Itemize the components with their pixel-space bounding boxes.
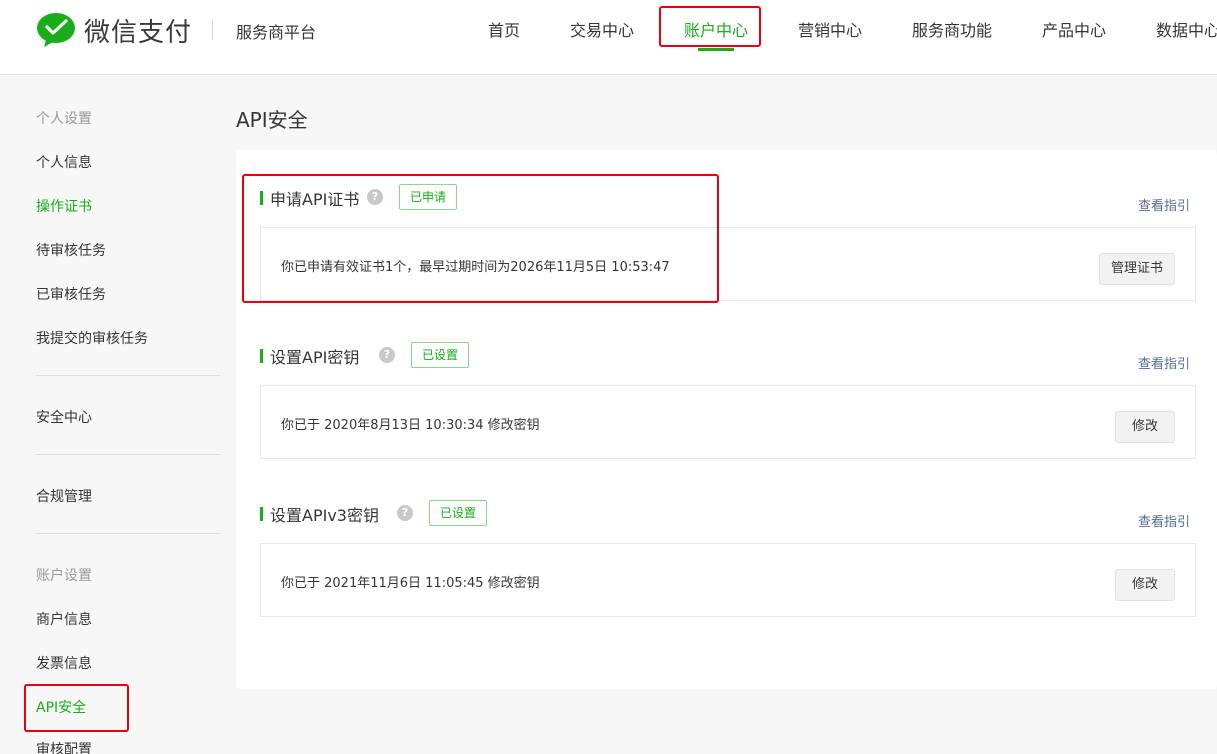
sidebar-item-review-config[interactable]: 审核配置 [36, 739, 92, 754]
section-title-text: 申请API证书 [270, 190, 360, 209]
sidebar-group-account-settings: 账户设置 [36, 568, 92, 584]
status-badge: 已设置 [411, 342, 470, 368]
sidebar-item-security-center[interactable]: 安全中心 [36, 407, 92, 427]
question-circle-icon[interactable]: ? [379, 347, 395, 363]
certificate-info-text: 你已申请有效证书1个，最早过期时间为2026年11月5日 10:53:47 [281, 260, 670, 275]
question-circle-icon[interactable]: ? [397, 505, 413, 521]
sidebar-divider [36, 375, 220, 376]
nav-home[interactable]: 首页 [488, 17, 520, 41]
section-title-api-key: 设置API密钥 [260, 344, 359, 368]
sidebar-group-personal-settings: 个人设置 [36, 111, 92, 127]
sidebar-item-api-security[interactable]: API安全 [36, 697, 86, 717]
page-title: API安全 [236, 108, 308, 132]
section-accent-bar [260, 191, 263, 205]
section-accent-bar [260, 349, 263, 363]
modify-apiv3-key-button[interactable]: 修改 [1114, 569, 1175, 601]
sidebar-item-reviewed[interactable]: 已审核任务 [36, 284, 106, 304]
question-circle-icon[interactable]: ? [367, 189, 383, 205]
sidebar-item-personal-info[interactable]: 个人信息 [36, 152, 92, 172]
nav-data-center[interactable]: 数据中心 [1156, 17, 1217, 41]
certificate-info-box: 你已申请有效证书1个，最早过期时间为2026年11月5日 10:53:47 管理… [260, 227, 1196, 301]
view-guide-link[interactable]: 查看指引 [1138, 511, 1190, 530]
section-accent-bar [260, 507, 263, 521]
sidebar-item-my-submitted-review[interactable]: 我提交的审核任务 [36, 328, 148, 348]
nav-product-center[interactable]: 产品中心 [1042, 17, 1106, 41]
sidebar-item-invoice-info[interactable]: 发票信息 [36, 653, 92, 673]
main-nav: 首页 交易中心 账户中心 营销中心 服务商功能 产品中心 数据中心 [0, 0, 1217, 75]
api-key-info-text: 你已于 2020年8月13日 10:30:34 修改密钥 [281, 418, 540, 433]
section-title-api-certificate: 申请API证书 [260, 186, 359, 210]
section-title-text: 设置API密钥 [270, 348, 360, 367]
status-badge: 已设置 [429, 500, 488, 526]
sidebar: 个人设置 个人信息 操作证书 待审核任务 已审核任务 我提交的审核任务 安全中心… [0, 76, 220, 754]
nav-active-indicator [698, 48, 734, 51]
api-key-info-box: 你已于 2020年8月13日 10:30:34 修改密钥 修改 [260, 385, 1196, 459]
manage-certificate-button[interactable]: 管理证书 [1098, 253, 1175, 285]
section-title-text: 设置APIv3密钥 [270, 506, 379, 525]
apiv3-key-info-box: 你已于 2021年11月6日 11:05:45 修改密钥 修改 [260, 543, 1196, 617]
sidebar-divider [36, 454, 220, 455]
nav-account-center[interactable]: 账户中心 [684, 17, 748, 41]
apiv3-key-info-text: 你已于 2021年11月6日 11:05:45 修改密钥 [281, 576, 540, 591]
top-header: 微信支付 服务商平台 首页 交易中心 账户中心 营销中心 服务商功能 产品中心 … [0, 0, 1217, 75]
sidebar-item-pending-review[interactable]: 待审核任务 [36, 240, 106, 260]
status-badge: 已申请 [399, 184, 458, 210]
view-guide-link[interactable]: 查看指引 [1138, 195, 1190, 214]
sidebar-item-compliance[interactable]: 合规管理 [36, 486, 92, 506]
view-guide-link[interactable]: 查看指引 [1138, 353, 1190, 372]
nav-marketing-center[interactable]: 营销中心 [798, 17, 862, 41]
sidebar-item-merchant-info[interactable]: 商户信息 [36, 609, 92, 629]
section-title-apiv3-key: 设置APIv3密钥 [260, 502, 379, 526]
nav-trade-center[interactable]: 交易中心 [570, 17, 634, 41]
modify-api-key-button[interactable]: 修改 [1114, 411, 1175, 443]
nav-provider-functions[interactable]: 服务商功能 [912, 17, 992, 41]
sidebar-divider [36, 533, 220, 534]
sidebar-item-operation-certificate[interactable]: 操作证书 [36, 196, 92, 216]
